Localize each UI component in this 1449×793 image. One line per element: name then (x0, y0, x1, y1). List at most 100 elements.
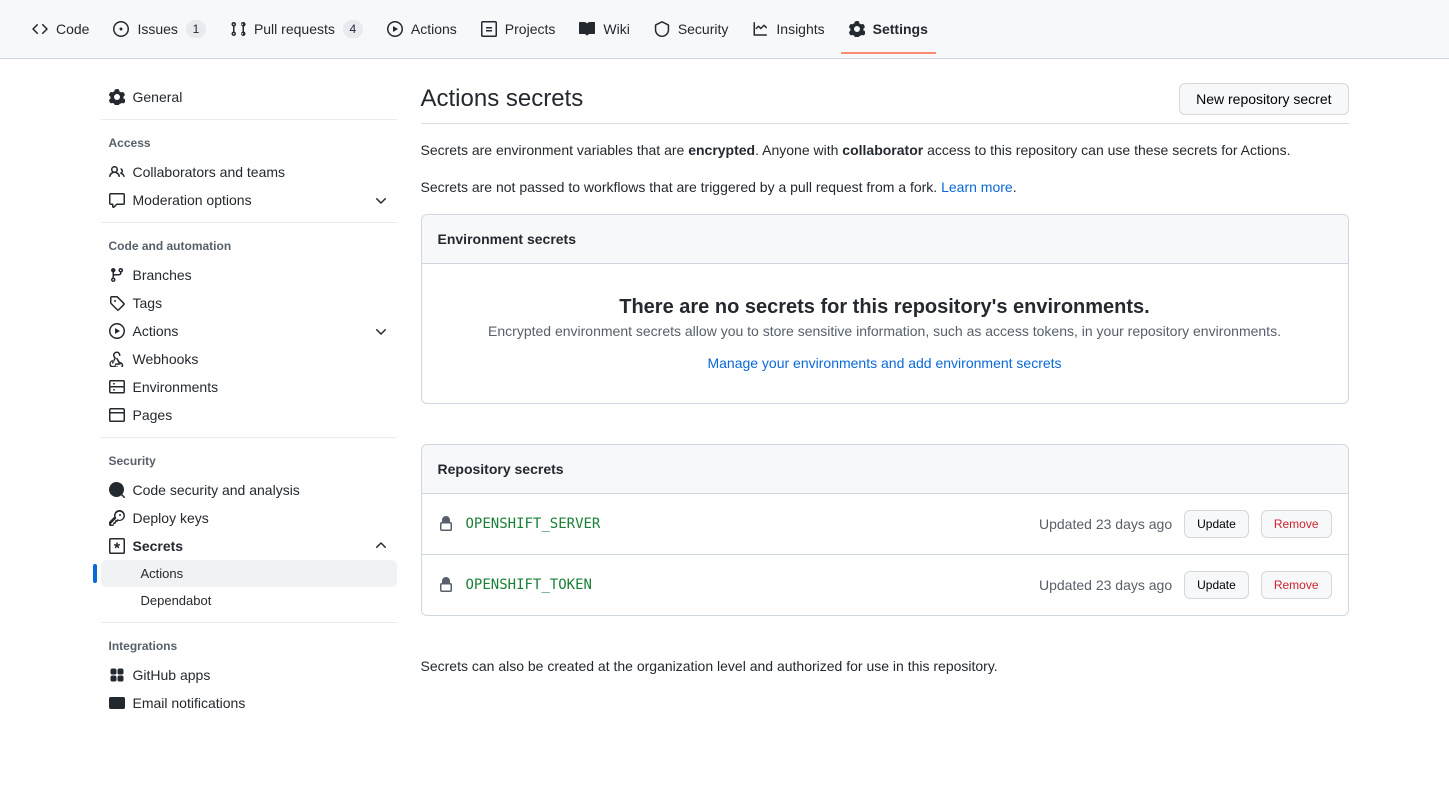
tab-pulls[interactable]: Pull requests 4 (222, 4, 371, 54)
env-empty-title: There are no secrets for this repository… (454, 296, 1316, 319)
tag-icon (109, 295, 125, 311)
divider (101, 222, 397, 223)
main-content: Actions secrets New repository secret Se… (421, 83, 1349, 717)
update-button[interactable]: Update (1184, 510, 1249, 538)
sidebar-item-secrets[interactable]: Secrets (101, 532, 397, 560)
tab-settings-label: Settings (873, 21, 928, 37)
comment-icon (109, 192, 125, 208)
divider (101, 622, 397, 623)
tab-actions[interactable]: Actions (379, 5, 465, 53)
sidebar-pages-label: Pages (133, 407, 173, 423)
codescan-icon (109, 482, 125, 498)
page-title: Actions secrets (421, 85, 584, 113)
tab-security-label: Security (678, 21, 729, 37)
sidebar-moderation-label: Moderation options (133, 192, 252, 208)
people-icon (109, 164, 125, 180)
sidebar-group-code: Code and automation (101, 231, 397, 261)
tab-pulls-label: Pull requests (254, 21, 335, 37)
tab-issues[interactable]: Issues 1 (105, 4, 213, 54)
tab-issues-label: Issues (137, 21, 177, 37)
play-icon (109, 323, 125, 339)
sidebar-item-secrets-dependabot[interactable]: Dependabot (101, 587, 397, 614)
sidebar-item-moderation[interactable]: Moderation options (101, 186, 397, 214)
chevron-down-icon (373, 323, 389, 339)
chevron-up-icon (373, 538, 389, 554)
book-icon (579, 21, 595, 37)
sidebar-secrets-dependabot-label: Dependabot (141, 593, 212, 608)
key-icon (109, 510, 125, 526)
browser-icon (109, 407, 125, 423)
issue-icon (113, 21, 129, 37)
sidebar-item-github-apps[interactable]: GitHub apps (101, 661, 397, 689)
sidebar-item-pages[interactable]: Pages (101, 401, 397, 429)
repository-secrets-box: Repository secrets OPENSHIFT_SERVER Upda… (421, 444, 1349, 616)
learn-more-link[interactable]: Learn more (941, 179, 1013, 195)
tab-settings[interactable]: Settings (841, 5, 936, 53)
sidebar-secrets-label: Secrets (133, 538, 184, 554)
webhook-icon (109, 351, 125, 367)
sidebar-group-security: Security (101, 446, 397, 476)
sidebar-general-label: General (133, 89, 183, 105)
table-icon (481, 21, 497, 37)
description-2: Secrets are not passed to workflows that… (421, 177, 1349, 198)
org-note: Secrets can also be created at the organ… (421, 656, 1349, 677)
secret-name: OPENSHIFT_TOKEN (466, 577, 592, 593)
sidebar-deploy-keys-label: Deploy keys (133, 510, 209, 526)
secret-updated: Updated 23 days ago (1039, 516, 1172, 532)
chevron-down-icon (373, 192, 389, 208)
sidebar-item-secrets-actions[interactable]: Actions (101, 560, 397, 587)
divider (101, 119, 397, 120)
sidebar-email-notifications-label: Email notifications (133, 695, 246, 711)
sidebar-item-tags[interactable]: Tags (101, 289, 397, 317)
tab-wiki[interactable]: Wiki (571, 5, 637, 53)
sidebar-group-access: Access (101, 128, 397, 158)
sidebar-item-environments[interactable]: Environments (101, 373, 397, 401)
lock-icon (438, 577, 454, 593)
secret-row: OPENSHIFT_TOKEN Updated 23 days ago Upda… (422, 554, 1348, 615)
environment-secrets-header: Environment secrets (422, 215, 1348, 264)
server-icon (109, 379, 125, 395)
sidebar-item-webhooks[interactable]: Webhooks (101, 345, 397, 373)
pulls-count: 4 (343, 20, 363, 38)
description-1: Secrets are environment variables that a… (421, 140, 1349, 161)
mail-icon (109, 695, 125, 711)
branch-icon (109, 267, 125, 283)
tab-projects[interactable]: Projects (473, 5, 564, 53)
sidebar-item-general[interactable]: General (101, 83, 397, 111)
sidebar-item-email-notifications[interactable]: Email notifications (101, 689, 397, 717)
sidebar-secrets-actions-label: Actions (141, 566, 184, 581)
tab-code[interactable]: Code (24, 5, 97, 53)
sidebar-github-apps-label: GitHub apps (133, 667, 211, 683)
tab-actions-label: Actions (411, 21, 457, 37)
asterisk-icon (109, 538, 125, 554)
secret-row: OPENSHIFT_SERVER Updated 23 days ago Upd… (422, 494, 1348, 554)
new-secret-button[interactable]: New repository secret (1179, 83, 1348, 115)
remove-button[interactable]: Remove (1261, 510, 1332, 538)
repo-nav: Code Issues 1 Pull requests 4 Actions Pr… (0, 0, 1449, 59)
update-button[interactable]: Update (1184, 571, 1249, 599)
sidebar-item-code-security[interactable]: Code security and analysis (101, 476, 397, 504)
sidebar-item-branches[interactable]: Branches (101, 261, 397, 289)
sidebar-branches-label: Branches (133, 267, 192, 283)
sidebar-tags-label: Tags (133, 295, 163, 311)
sidebar-item-collaborators[interactable]: Collaborators and teams (101, 158, 397, 186)
pr-icon (230, 21, 246, 37)
repository-secrets-header: Repository secrets (422, 445, 1348, 494)
sidebar-item-actions[interactable]: Actions (101, 317, 397, 345)
environment-secrets-box: Environment secrets There are no secrets… (421, 214, 1349, 404)
tab-security[interactable]: Security (646, 5, 737, 53)
remove-button[interactable]: Remove (1261, 571, 1332, 599)
shield-icon (654, 21, 670, 37)
sidebar-collaborators-label: Collaborators and teams (133, 164, 286, 180)
tab-projects-label: Projects (505, 21, 556, 37)
divider (101, 437, 397, 438)
apps-icon (109, 667, 125, 683)
tab-code-label: Code (56, 21, 89, 37)
sidebar-code-security-label: Code security and analysis (133, 482, 300, 498)
sidebar-group-integrations: Integrations (101, 631, 397, 661)
manage-environments-link[interactable]: Manage your environments and add environ… (707, 355, 1061, 371)
sidebar-webhooks-label: Webhooks (133, 351, 199, 367)
sidebar-item-deploy-keys[interactable]: Deploy keys (101, 504, 397, 532)
tab-insights[interactable]: Insights (744, 5, 832, 53)
settings-sidebar: General Access Collaborators and teams M… (101, 83, 397, 717)
